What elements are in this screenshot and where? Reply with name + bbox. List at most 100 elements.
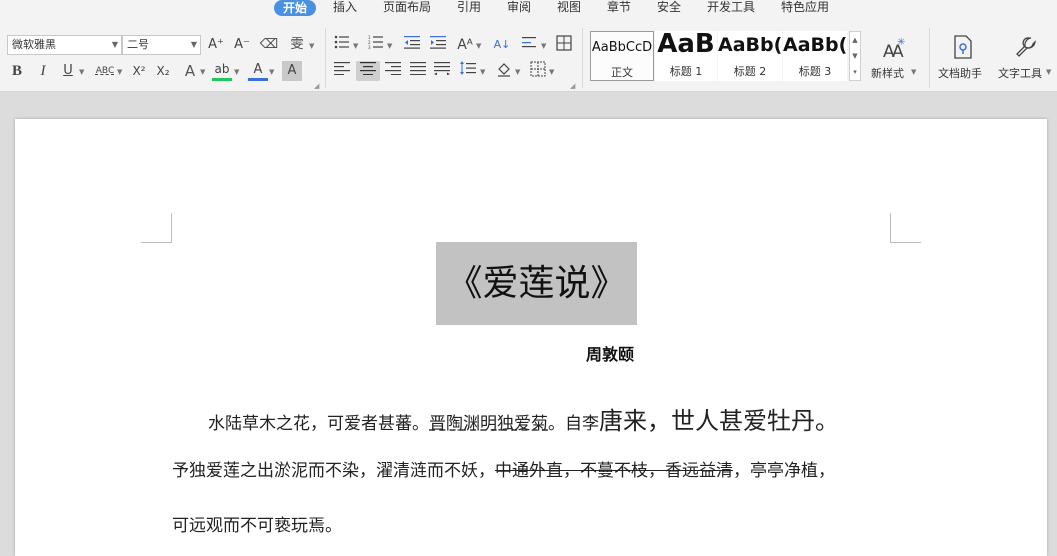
line-spacing-icon[interactable] xyxy=(458,61,478,81)
style-gallery-scroll[interactable]: ▲ ▼ ▾ xyxy=(849,31,861,81)
underline-button[interactable]: U xyxy=(58,61,78,81)
style-heading-3[interactable]: AaBb( 标题 3 xyxy=(783,31,847,81)
tab-review[interactable]: 审阅 xyxy=(507,0,531,15)
ribbon: 微软雅黑 ▼ 二号 ▼ A⁺ A⁻ ⌫ 雯 ▼ B I U ▼ ABC ▼ X²… xyxy=(0,16,1057,92)
chevron-down-icon: ▼ xyxy=(476,42,482,50)
subscript-button[interactable]: X₂ xyxy=(152,61,174,81)
new-style-label[interactable]: 新样式 xyxy=(871,65,904,81)
table-layout-icon[interactable] xyxy=(554,35,574,55)
highlight-button[interactable]: ab xyxy=(212,61,232,81)
chevron-down-icon: ▼ xyxy=(387,42,393,50)
font-dialog-launcher-icon[interactable]: ◢ xyxy=(314,82,319,90)
tab-page-layout[interactable]: 页面布局 xyxy=(383,0,431,15)
text-run: ，亭亭净植， xyxy=(733,461,835,481)
tab-special-apps[interactable]: 特色应用 xyxy=(781,0,829,15)
styles-group: AaBbCcD 正文 AaB 标题 1 AaBb( 标题 2 AaBb( 标题 … xyxy=(588,16,868,92)
wrench-icon[interactable] xyxy=(1014,35,1038,59)
distributed-align-icon[interactable] xyxy=(432,61,452,81)
phonetic-guide-button[interactable]: 雯 xyxy=(287,35,307,55)
numbered-list-icon[interactable]: 123 xyxy=(366,35,386,55)
margin-corner-top-left xyxy=(141,213,172,243)
doc-assistant-icon[interactable] xyxy=(952,35,974,59)
line-break-icon[interactable] xyxy=(520,35,540,55)
divider xyxy=(325,28,326,88)
superscript-button[interactable]: X² xyxy=(128,61,150,81)
font-size-value: 二号 xyxy=(127,38,149,51)
font-group: 微软雅黑 ▼ 二号 ▼ A⁺ A⁻ ⌫ 雯 ▼ B I U ▼ ABC ▼ X²… xyxy=(0,16,325,92)
svg-text:3: 3 xyxy=(368,45,371,49)
emphasis-mark-button[interactable]: ABC xyxy=(93,61,117,81)
borders-icon[interactable] xyxy=(528,61,548,81)
doc-assistant-label[interactable]: 文档助手 xyxy=(938,65,982,81)
align-left-icon[interactable] xyxy=(332,61,352,81)
grow-font-button[interactable]: A⁺ xyxy=(206,35,226,55)
font-size-combo[interactable]: 二号 ▼ xyxy=(122,35,201,55)
style-heading-1[interactable]: AaB 标题 1 xyxy=(655,29,717,81)
bold-button[interactable]: B xyxy=(7,61,27,81)
text-tools-group: 文字工具 ▼ xyxy=(994,16,1057,92)
tab-home[interactable]: 开始 xyxy=(274,0,317,16)
style-sample: AaB xyxy=(657,29,715,59)
document-author[interactable]: 周敦颐 xyxy=(586,341,634,365)
italic-button[interactable]: I xyxy=(33,61,53,81)
tab-developer[interactable]: 开发工具 xyxy=(707,0,755,15)
text-run-dashed-underline: 晋陶渊明独爱菊 xyxy=(429,414,548,434)
paragraph-line-1[interactable]: 水陆草木之花，可爱者甚蕃。晋陶渊明独爱菊。自李唐来，世人甚爱牡丹。 xyxy=(208,401,839,436)
font-color-button[interactable]: A xyxy=(248,61,268,81)
shrink-font-button[interactable]: A⁻ xyxy=(232,35,252,55)
doc-assistant-group: 文档助手 xyxy=(932,16,992,92)
svg-text:✳: ✳ xyxy=(897,37,905,48)
tab-chapter[interactable]: 章节 xyxy=(607,0,631,15)
chevron-down-icon: ▼ xyxy=(353,42,359,50)
chevron-down-icon: ▼ xyxy=(309,42,315,50)
shading-icon[interactable] xyxy=(494,61,514,81)
style-sample: AaBbCcD xyxy=(591,40,653,55)
chevron-down-icon: ▼ xyxy=(911,68,917,76)
style-label: 标题 3 xyxy=(798,65,832,78)
wps-writer-window: 开始 插入 页面布局 引用 审阅 视图 章节 安全 开发工具 特色应用 微软雅黑… xyxy=(0,0,1057,556)
tab-security[interactable]: 安全 xyxy=(657,0,681,15)
font-name-combo[interactable]: 微软雅黑 ▼ xyxy=(7,35,122,55)
divider xyxy=(929,28,930,88)
document-page[interactable]: 《爱莲说》 周敦颐 水陆草木之花，可爱者甚蕃。晋陶渊明独爱菊。自李唐来，世人甚爱… xyxy=(15,119,1047,556)
paragraph-group: ▼ 123 ▼ Aᴬ ▼ A↓ ▼ ▼ ▼ ▼ ◢ xyxy=(328,16,580,92)
paragraph-line-3[interactable]: 可远观而不可亵玩焉。 xyxy=(172,511,342,536)
clear-format-button[interactable]: ⌫ xyxy=(259,35,279,55)
chevron-down-icon: ▼ xyxy=(515,68,521,76)
align-center-icon[interactable] xyxy=(356,61,380,81)
new-style-icon[interactable]: A A ✳ xyxy=(882,36,906,62)
style-normal[interactable]: AaBbCcD 正文 xyxy=(590,31,654,81)
paragraph-line-2[interactable]: 予独爱莲之出淤泥而不染，濯清涟而不妖，中通外直，不蔓不枝，香远益清，亭亭净植， xyxy=(172,456,835,481)
chevron-down-icon: ▼ xyxy=(79,68,85,76)
paragraph-dialog-launcher-icon[interactable]: ◢ xyxy=(570,82,575,90)
style-heading-2[interactable]: AaBb( 标题 2 xyxy=(718,31,782,81)
divider xyxy=(582,28,583,88)
text-run: 水陆草木之花，可爱者甚蕃。 xyxy=(208,414,429,434)
style-sample: AaBb( xyxy=(718,34,782,56)
bullet-list-icon[interactable] xyxy=(332,35,352,55)
char-shading-button[interactable]: A xyxy=(282,61,302,81)
style-label: 标题 2 xyxy=(733,65,767,78)
justify-icon[interactable] xyxy=(408,61,428,81)
menu-bar: 开始 插入 页面布局 引用 审阅 视图 章节 安全 开发工具 特色应用 xyxy=(0,0,1057,16)
chevron-down-icon: ▼ xyxy=(541,42,547,50)
document-title[interactable]: 《爱莲说》 xyxy=(436,242,637,325)
chevron-down-icon: ▼ xyxy=(111,40,118,49)
style-label: 正文 xyxy=(611,66,633,79)
change-case-icon[interactable]: Aᴬ xyxy=(455,35,475,55)
chevron-down-icon: ▼ xyxy=(234,68,240,76)
chevron-down-icon: ▼ xyxy=(269,68,275,76)
text-tools-label[interactable]: 文字工具 xyxy=(998,65,1042,81)
increase-indent-icon[interactable] xyxy=(428,35,448,55)
text-run-strikethrough: 中通外直，不蔓不枝，香远益清 xyxy=(495,461,733,481)
tab-references[interactable]: 引用 xyxy=(457,0,481,15)
decrease-indent-icon[interactable] xyxy=(402,35,422,55)
chevron-down-icon: ▼ xyxy=(480,68,486,76)
tab-insert[interactable]: 插入 xyxy=(333,0,357,15)
tab-view[interactable]: 视图 xyxy=(557,0,581,15)
chevron-down-icon: ▼ xyxy=(1046,68,1052,76)
text-effect-button[interactable]: A xyxy=(180,61,200,81)
sort-icon[interactable]: A↓ xyxy=(492,35,512,55)
align-right-icon[interactable] xyxy=(383,61,403,81)
new-style-group: A A ✳ 新样式 ▼ xyxy=(866,16,926,92)
